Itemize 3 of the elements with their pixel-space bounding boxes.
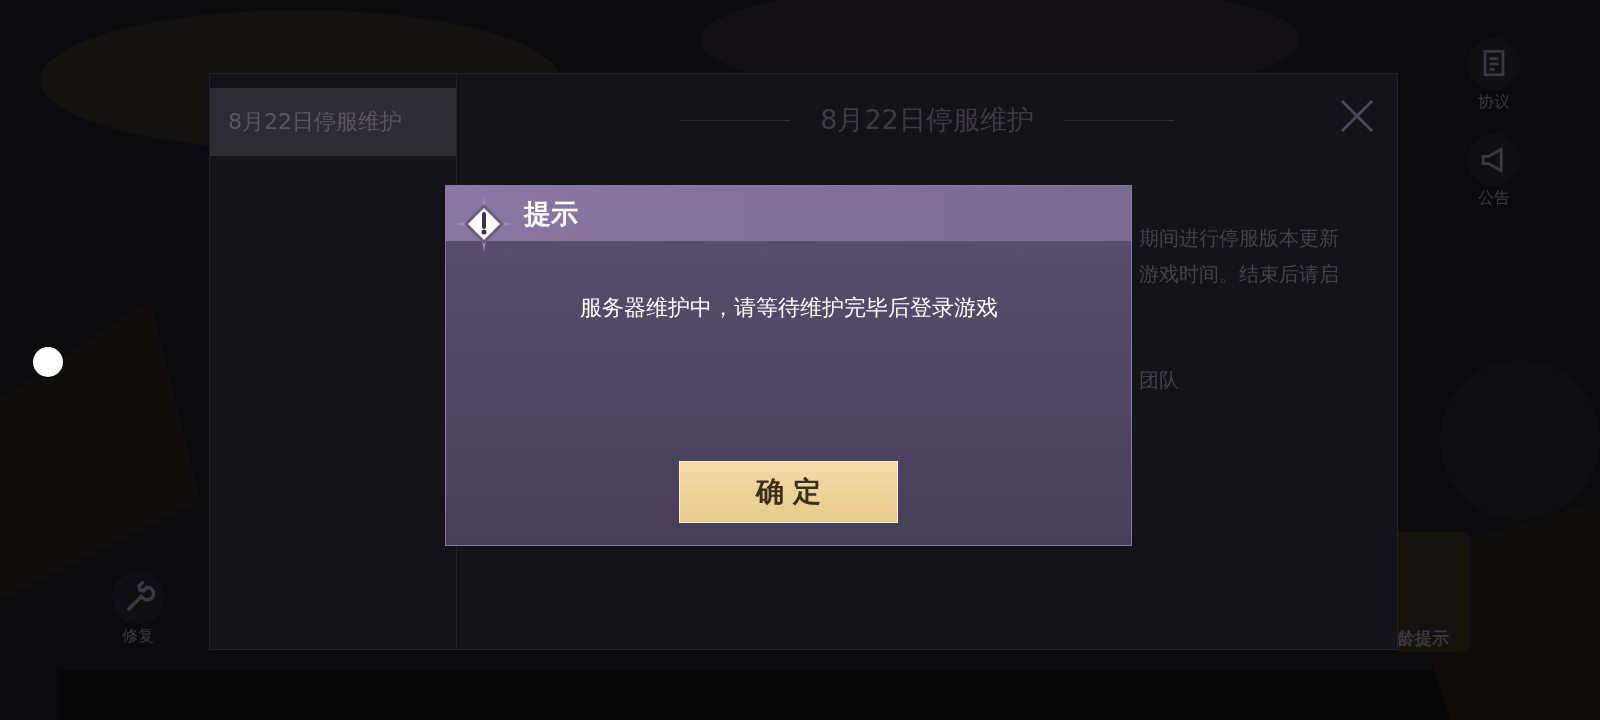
confirm-button[interactable]: 确 定 [679, 461, 898, 523]
dialog-message: 服务器维护中，请等待维护完毕后登录游戏 [578, 294, 999, 322]
dialog-title: 提示 [524, 196, 578, 231]
